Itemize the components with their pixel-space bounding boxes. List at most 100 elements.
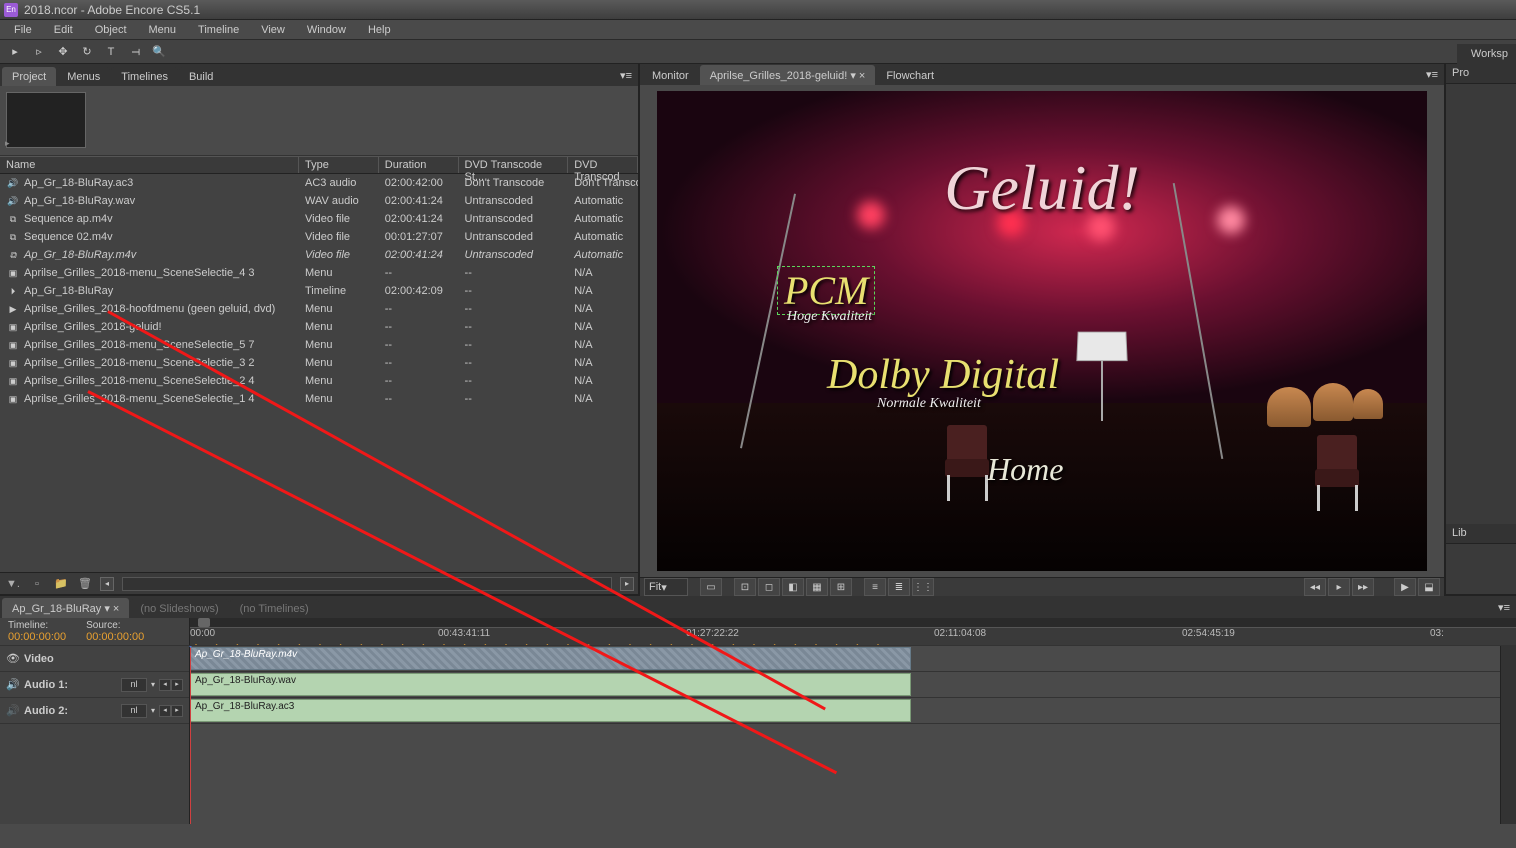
- align-1-icon[interactable]: ≡: [864, 578, 886, 596]
- tab-library[interactable]: Lib: [1446, 524, 1516, 544]
- project-row[interactable]: ▣Aprilse_Grilles_2018-geluid!Menu----N/A: [0, 318, 638, 336]
- text-tool-icon[interactable]: T: [100, 42, 122, 62]
- menu-view[interactable]: View: [251, 22, 295, 38]
- new-guides-icon[interactable]: ⊞: [830, 578, 852, 596]
- menu-canvas[interactable]: Geluid! PCM Hoge Kwaliteit Dolby Digital…: [657, 91, 1427, 571]
- hscroll-track[interactable]: [122, 577, 612, 591]
- chapter-marker[interactable]: 22: [624, 644, 636, 645]
- source-tc[interactable]: 00:00:00:00: [86, 631, 144, 643]
- chapter-marker[interactable]: 9: [355, 644, 367, 645]
- playhead[interactable]: [190, 646, 191, 824]
- chapter-marker[interactable]: 21: [603, 644, 615, 645]
- project-row[interactable]: 🔊Ap_Gr_18-BluRay.wavWAV audio02:00:41:24…: [0, 192, 638, 210]
- rotate-tool-icon[interactable]: ↻: [76, 42, 98, 62]
- chapter-marker[interactable]: 31: [810, 644, 822, 645]
- chapter-marker[interactable]: 10: [376, 644, 388, 645]
- route-normal-icon[interactable]: ⊡: [734, 578, 756, 596]
- track-lanes[interactable]: Ap_Gr_18-BluRay.m4v Ap_Gr_18-BluRay.wav …: [190, 646, 1500, 824]
- timeline-vscroll[interactable]: [1500, 646, 1516, 824]
- menu-object[interactable]: Object: [85, 22, 137, 38]
- audio2-lane[interactable]: Ap_Gr_18-BluRay.ac3: [190, 698, 1500, 724]
- timeline-ruler[interactable]: 00:0000:43:41:1101:27:22:2202:11:04:0802…: [190, 618, 1516, 645]
- menu-title-text[interactable]: Geluid!: [944, 151, 1140, 225]
- chapter-marker[interactable]: 16: [500, 644, 512, 645]
- chapter-marker[interactable]: 13: [438, 644, 450, 645]
- menu-window[interactable]: Window: [297, 22, 356, 38]
- chapter-marker[interactable]: 28: [748, 644, 760, 645]
- align-3-icon[interactable]: ⋮⋮: [912, 578, 934, 596]
- menu-button-home[interactable]: Home: [987, 451, 1063, 488]
- chapter-marker[interactable]: 2: [211, 644, 223, 645]
- ruler-zoom-bar[interactable]: [190, 618, 1516, 628]
- menu-button-pcm[interactable]: PCM: [777, 266, 875, 315]
- menu-timeline[interactable]: Timeline: [188, 22, 249, 38]
- project-row[interactable]: 🔊Ap_Gr_18-BluRay.ac3AC3 audio02:00:42:00…: [0, 174, 638, 192]
- project-row[interactable]: ▣Aprilse_Grilles_2018-menu_SceneSelectie…: [0, 372, 638, 390]
- chapter-marker[interactable]: 30: [789, 644, 801, 645]
- project-row[interactable]: ⏵Ap_Gr_18-BluRayTimeline02:00:42:09--N/A: [0, 282, 638, 300]
- chapter-marker[interactable]: 12: [417, 644, 429, 645]
- project-row[interactable]: ▣Aprilse_Grilles_2018-menu_SceneSelectie…: [0, 354, 638, 372]
- chapter-marker[interactable]: 18: [541, 644, 553, 645]
- lang-select-1[interactable]: nl: [121, 678, 147, 692]
- vertical-text-tool-icon[interactable]: T: [125, 41, 145, 63]
- timeline-tab-active[interactable]: Ap_Gr_18-BluRay ▾ ×: [2, 598, 129, 618]
- timeline-tc[interactable]: 00:00:00:00: [8, 631, 66, 643]
- chapter-marker[interactable]: 32: [831, 644, 843, 645]
- chapter-marker[interactable]: 17: [521, 644, 533, 645]
- project-row[interactable]: ⧉Sequence ap.m4vVideo file02:00:41:24Unt…: [0, 210, 638, 228]
- timeline-panel-menu-icon[interactable]: ▾≡: [1492, 597, 1516, 618]
- tab-menus[interactable]: Menus: [57, 67, 110, 86]
- col-dvd2[interactable]: DVD Transcod: [568, 157, 638, 173]
- project-row[interactable]: ▶Aprilse_Grilles_2018-hoofdmenu (geen ge…: [0, 300, 638, 318]
- chapter-marker[interactable]: 23: [645, 644, 657, 645]
- preview-thumbnail[interactable]: [6, 92, 86, 148]
- timeline-tab-timelines[interactable]: (no Timelines): [230, 599, 319, 618]
- chapter-marker[interactable]: 5: [273, 644, 285, 645]
- menu-button-dolby[interactable]: Dolby Digital: [827, 351, 1059, 399]
- track-nav-2[interactable]: ◂▸: [159, 705, 183, 717]
- chapter-marker[interactable]: 4: [252, 644, 264, 645]
- speaker-icon[interactable]: 🔊: [6, 678, 20, 691]
- chapter-marker[interactable]: 6: [293, 644, 305, 645]
- chapter-marker[interactable]: 11: [397, 644, 409, 645]
- menu-edit[interactable]: Edit: [44, 22, 83, 38]
- tab-monitor[interactable]: Monitor: [642, 66, 699, 85]
- workspace-switcher[interactable]: Worksp: [1457, 44, 1516, 68]
- chapter-marker[interactable]: 7: [314, 644, 326, 645]
- chapter-marker[interactable]: 1: [190, 644, 202, 645]
- col-dvd1[interactable]: DVD Transcode St...: [459, 157, 569, 173]
- timeline-tab-slideshows[interactable]: (no Slideshows): [130, 599, 228, 618]
- chapter-marker[interactable]: 24: [665, 644, 677, 645]
- chapter-marker[interactable]: 34: [872, 644, 884, 645]
- chapter-marker[interactable]: 29: [769, 644, 781, 645]
- track-head-video[interactable]: 👁 Video: [0, 646, 189, 672]
- tab-timelines[interactable]: Timelines: [111, 67, 178, 86]
- chapter-marker[interactable]: 3: [231, 644, 243, 645]
- hscroll-right-icon[interactable]: ▸: [620, 577, 634, 591]
- trash-icon[interactable]: 🗑: [76, 576, 94, 592]
- menu-file[interactable]: File: [4, 22, 42, 38]
- chapter-marker[interactable]: 25: [686, 644, 698, 645]
- panel-menu-icon[interactable]: ▾≡: [614, 65, 638, 86]
- new-item-icon[interactable]: ▫: [28, 576, 46, 592]
- video-clip[interactable]: Ap_Gr_18-BluRay.m4v: [190, 647, 911, 670]
- speaker-icon[interactable]: 🔊: [6, 704, 20, 717]
- show-guides-icon[interactable]: ▦: [806, 578, 828, 596]
- project-row[interactable]: ⧉Sequence 02.m4vVideo file00:01:27:07Unt…: [0, 228, 638, 246]
- track-nav-1[interactable]: ◂▸: [159, 679, 183, 691]
- menu-menu[interactable]: Menu: [139, 22, 187, 38]
- filter-icon[interactable]: ▼.: [4, 576, 22, 592]
- project-row[interactable]: ▣Aprilse_Grilles_2018-menu_SceneSelectie…: [0, 336, 638, 354]
- chapter-marker[interactable]: 8: [335, 644, 347, 645]
- lang-select-2[interactable]: nl: [121, 704, 147, 718]
- project-row[interactable]: ▣Aprilse_Grilles_2018-menu_SceneSelectie…: [0, 264, 638, 282]
- tab-menu-edit[interactable]: Aprilse_Grilles_2018-geluid! ▾ ×: [700, 65, 876, 85]
- tab-flowchart[interactable]: Flowchart: [876, 66, 944, 85]
- safe-area-icon[interactable]: ▭: [700, 578, 722, 596]
- tab-build[interactable]: Build: [179, 67, 223, 86]
- hscroll-left-icon[interactable]: ◂: [100, 577, 114, 591]
- col-dur[interactable]: Duration: [379, 157, 459, 173]
- direct-select-tool-icon[interactable]: ▹: [28, 42, 50, 62]
- tab-project[interactable]: Project: [2, 67, 56, 86]
